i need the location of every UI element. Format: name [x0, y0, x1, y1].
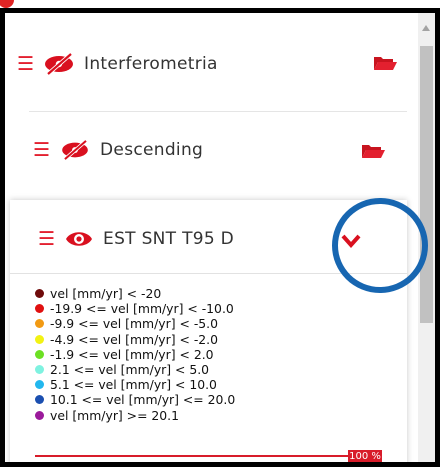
legend-item: -9.9 <= vel [mm/yr] < -5.0 — [35, 316, 235, 331]
opacity-slider-track[interactable] — [35, 455, 375, 457]
legend: vel [mm/yr] < -20 -19.9 <= vel [mm/yr] <… — [35, 286, 235, 423]
legend-item: -1.9 <= vel [mm/yr] < 2.0 — [35, 347, 235, 362]
legend-text: -1.9 <= vel [mm/yr] < 2.0 — [50, 346, 214, 362]
layer-group-interferometria[interactable]: ☰ Interferometria — [17, 50, 218, 78]
legend-item: vel [mm/yr] >= 20.1 — [35, 408, 235, 423]
legend-item: 5.1 <= vel [mm/yr] < 10.0 — [35, 377, 235, 392]
top-strip — [0, 0, 440, 6]
legend-item: -19.9 <= vel [mm/yr] < -10.0 — [35, 301, 235, 316]
legend-item: -4.9 <= vel [mm/yr] < -2.0 — [35, 332, 235, 347]
legend-dot — [35, 395, 44, 405]
legend-text: -19.9 <= vel [mm/yr] < -10.0 — [50, 301, 234, 317]
legend-dot — [35, 365, 44, 375]
legend-text: 10.1 <= vel [mm/yr] <= 20.0 — [50, 392, 236, 408]
folder-open-icon[interactable] — [373, 55, 397, 71]
scroll-up-arrow-icon[interactable] — [422, 25, 430, 31]
legend-dot — [35, 410, 44, 420]
folder-open-icon[interactable] — [361, 143, 385, 159]
legend-text: vel [mm/yr] >= 20.1 — [50, 407, 179, 423]
legend-dot — [35, 289, 44, 299]
eye-off-icon[interactable] — [42, 52, 76, 76]
legend-item: 2.1 <= vel [mm/yr] < 5.0 — [35, 362, 235, 377]
layer-label: EST SNT T95 D — [103, 229, 235, 249]
layer-group-label: Descending — [100, 140, 204, 160]
eye-icon[interactable] — [65, 229, 93, 249]
legend-item: 10.1 <= vel [mm/yr] <= 20.0 — [35, 392, 235, 407]
legend-text: 2.1 <= vel [mm/yr] < 5.0 — [50, 362, 210, 378]
legend-text: -4.9 <= vel [mm/yr] < -2.0 — [50, 331, 218, 347]
drag-handle-icon[interactable]: ☰ — [38, 229, 55, 249]
layer-row-est-snt-t95-d[interactable]: ☰ EST SNT T95 D — [38, 226, 234, 252]
legend-dot — [35, 380, 44, 390]
scroll-thumb[interactable] — [420, 46, 433, 323]
legend-dot — [35, 319, 44, 329]
layer-group-label: Interferometria — [84, 54, 218, 74]
drag-handle-icon[interactable]: ☰ — [33, 140, 50, 160]
group-divider — [29, 111, 407, 112]
drag-handle-icon[interactable]: ☰ — [17, 54, 34, 74]
legend-item: vel [mm/yr] < -20 — [35, 286, 235, 301]
legend-dot — [35, 349, 44, 359]
legend-text: -9.9 <= vel [mm/yr] < -5.0 — [50, 316, 218, 332]
opacity-value-badge: 100 % — [348, 450, 382, 462]
legend-dot — [35, 334, 44, 344]
legend-dot — [35, 304, 44, 314]
legend-text: vel [mm/yr] < -20 — [50, 286, 162, 302]
layer-group-descending[interactable]: ☰ Descending — [33, 136, 203, 164]
legend-text: 5.1 <= vel [mm/yr] < 10.0 — [50, 377, 217, 393]
highlight-circle — [332, 198, 428, 293]
eye-off-icon[interactable] — [59, 139, 91, 161]
